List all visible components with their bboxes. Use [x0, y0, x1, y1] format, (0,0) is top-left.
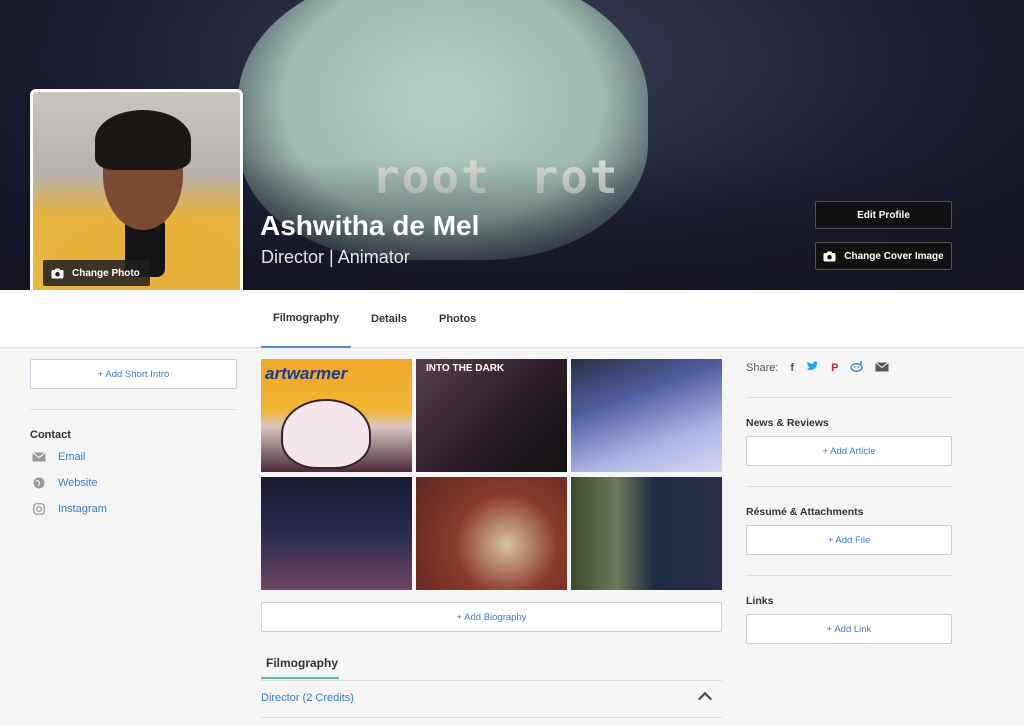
- edit-profile-label: Edit Profile: [857, 209, 910, 221]
- facebook-icon[interactable]: f: [790, 362, 794, 374]
- resume-attachments-heading: Résumé & Attachments: [746, 506, 864, 518]
- edit-profile-button[interactable]: Edit Profile: [815, 201, 952, 229]
- divider: [746, 486, 952, 487]
- profile-page: root rot Ashwitha de Mel Director | Anim…: [0, 0, 1024, 725]
- gallery-photo[interactable]: [416, 477, 567, 590]
- contact-website-link[interactable]: Website: [32, 477, 98, 489]
- tab-filmography[interactable]: Filmography: [261, 290, 351, 348]
- gallery-photo[interactable]: [571, 359, 722, 472]
- change-cover-image-button[interactable]: Change Cover Image: [815, 242, 952, 270]
- camera-icon: [51, 268, 64, 278]
- envelope-icon: [32, 451, 46, 463]
- divider: [30, 409, 237, 410]
- contact-instagram-label: Instagram: [58, 503, 107, 515]
- change-cover-label: Change Cover Image: [844, 250, 944, 262]
- gallery-photo[interactable]: [571, 477, 722, 590]
- add-file-button[interactable]: + Add File: [746, 525, 952, 555]
- news-reviews-heading: News & Reviews: [746, 417, 829, 429]
- contact-heading: Contact: [30, 429, 71, 441]
- share-bar: Share: f P: [746, 361, 890, 375]
- contact-email-link[interactable]: Email: [32, 451, 86, 463]
- chevron-up-icon[interactable]: [697, 691, 713, 707]
- add-short-intro-button[interactable]: + Add Short Intro: [30, 359, 237, 389]
- add-biography-button[interactable]: + Add Biography: [261, 602, 722, 632]
- thumb-caption: artwarmer: [265, 364, 348, 383]
- email-icon[interactable]: [875, 361, 890, 375]
- gallery-photo[interactable]: artwarmer: [261, 359, 412, 472]
- director-credits-link[interactable]: Director (2 Credits): [261, 692, 354, 704]
- gallery-photo[interactable]: [261, 477, 412, 590]
- tab-details[interactable]: Details: [371, 290, 407, 348]
- twitter-icon[interactable]: [806, 361, 819, 375]
- links-heading: Links: [746, 595, 774, 607]
- thumb-caption: INTO THE DARK: [426, 363, 505, 374]
- globe-icon: [32, 477, 46, 489]
- change-photo-label: Change Photo: [72, 267, 140, 279]
- tab-bar: Filmography Details Photos: [0, 290, 1024, 348]
- instagram-icon: [32, 503, 46, 515]
- share-label: Share:: [746, 362, 779, 374]
- contact-website-label: Website: [58, 477, 98, 489]
- add-link-button[interactable]: + Add Link: [746, 614, 952, 644]
- profile-name: Ashwitha de Mel: [260, 210, 480, 241]
- credits-accordion[interactable]: Director (2 Credits): [261, 680, 722, 718]
- divider: [746, 575, 952, 576]
- camera-icon: [823, 251, 836, 261]
- tab-photos[interactable]: Photos: [439, 290, 476, 348]
- divider: [746, 397, 952, 398]
- avatar[interactable]: Change Photo: [30, 89, 243, 301]
- filmography-heading: Filmography: [266, 656, 339, 670]
- contact-email-label: Email: [58, 451, 86, 463]
- change-photo-button[interactable]: Change Photo: [43, 260, 150, 286]
- reddit-icon[interactable]: [850, 361, 864, 375]
- add-article-button[interactable]: + Add Article: [746, 436, 952, 466]
- profile-role: Director | Animator: [261, 247, 410, 267]
- contact-instagram-link[interactable]: Instagram: [32, 503, 107, 515]
- pinterest-icon[interactable]: P: [831, 362, 838, 374]
- gallery-photo[interactable]: INTO THE DARK: [416, 359, 567, 472]
